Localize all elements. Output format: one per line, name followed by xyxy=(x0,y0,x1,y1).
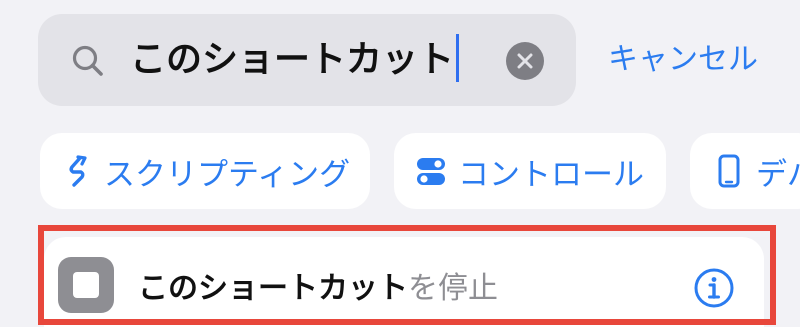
category-chip-device[interactable]: デバ xyxy=(690,133,800,209)
close-icon xyxy=(517,53,533,69)
clear-search-button[interactable] xyxy=(506,42,544,80)
cancel-button[interactable]: キャンセル xyxy=(608,38,758,82)
device-icon xyxy=(718,154,740,188)
search-field[interactable]: このショートカット xyxy=(38,14,576,106)
category-chip-label: コントロール xyxy=(458,156,644,193)
category-chip-scripting[interactable]: スクリプティング xyxy=(40,133,370,209)
search-query: このショートカット xyxy=(130,39,455,80)
scripting-icon xyxy=(69,155,87,187)
search-input[interactable]: このショートカット xyxy=(130,34,460,86)
search-icon xyxy=(72,45,103,76)
toggle-icon xyxy=(417,158,445,185)
category-chip-label: デバ xyxy=(756,156,800,193)
category-chip-controls[interactable]: コントロール xyxy=(394,133,666,209)
text-cursor xyxy=(456,34,460,82)
highlight-frame xyxy=(38,225,776,325)
category-chip-label: スクリプティング xyxy=(104,156,351,193)
